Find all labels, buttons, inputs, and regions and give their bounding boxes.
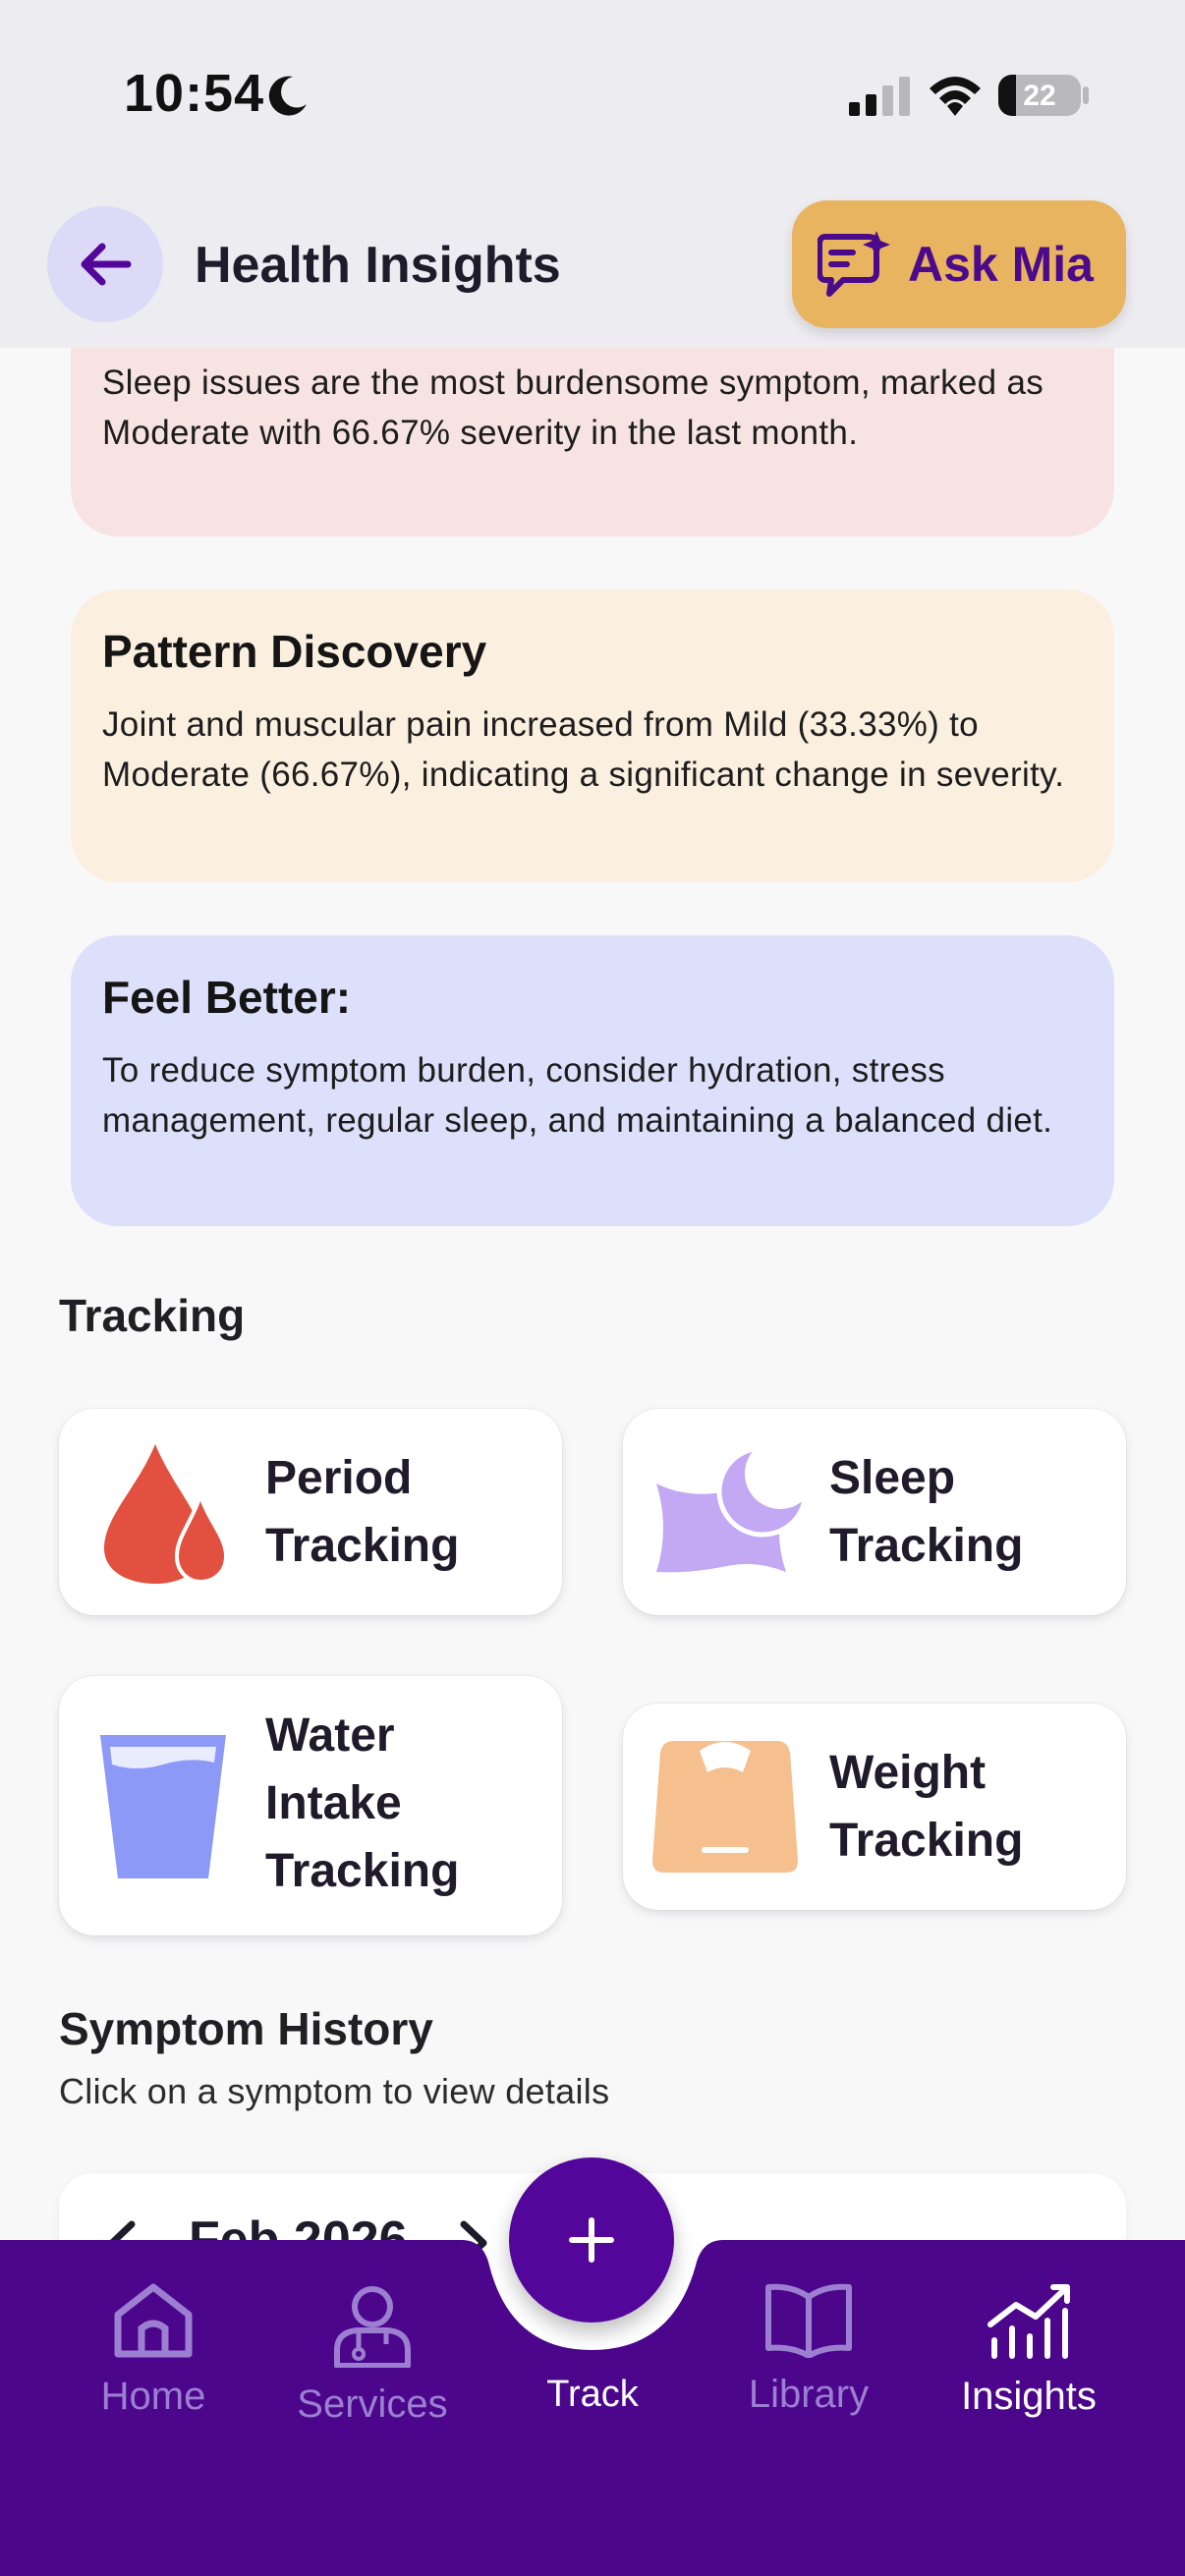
moon-icon <box>268 76 307 116</box>
weight-tracking-tile[interactable]: Weight Tracking <box>623 1704 1126 1910</box>
track-add-button[interactable] <box>509 2157 674 2323</box>
insight-text: Joint and muscular pain increased from M… <box>102 705 1065 794</box>
insight-card-feel-better: Feel Better: To reduce symptom burden, c… <box>71 935 1114 1226</box>
sleep-tracking-tile[interactable]: Sleep Tracking <box>623 1409 1126 1615</box>
status-time: 10:54 <box>124 64 265 123</box>
ask-mia-label: Ask Mia <box>908 237 1094 292</box>
home-icon <box>114 2283 193 2358</box>
nav-home[interactable]: Home <box>94 2281 212 2419</box>
nav-services[interactable]: Services <box>291 2281 454 2427</box>
cellular-signal-icon <box>849 77 910 116</box>
drop-icon <box>104 1444 229 1585</box>
nav-label: Track <box>546 2374 639 2415</box>
nav-label: Services <box>297 2382 448 2426</box>
tile-label: Weight Tracking <box>829 1747 1024 1867</box>
battery-indicator: 22 <box>998 75 1081 116</box>
back-button[interactable] <box>47 206 163 322</box>
water-glass-icon <box>100 1735 226 1878</box>
insight-title: Feel Better: <box>102 972 352 1023</box>
symptom-history-title: Symptom History <box>59 2003 433 2054</box>
chat-sparkle-icon <box>818 231 890 297</box>
nav-label: Insights <box>961 2375 1097 2418</box>
book-icon <box>765 2283 852 2359</box>
nav-label: Library <box>748 2373 870 2416</box>
nav-track[interactable]: Track <box>531 2364 654 2416</box>
tile-label: Period Tracking <box>265 1452 460 1572</box>
chart-icon <box>988 2284 1070 2359</box>
top-bar: 10:54 22 Health Insights Ask Mia <box>0 0 1185 348</box>
nav-insights[interactable]: Insights <box>949 2281 1108 2419</box>
arrow-left-icon <box>81 243 132 286</box>
tile-label: Sleep Tracking <box>829 1452 1024 1572</box>
pillow-moon-icon <box>656 1444 806 1573</box>
wifi-icon <box>930 77 981 116</box>
period-tracking-tile[interactable]: Period Tracking <box>59 1409 562 1615</box>
doctor-icon <box>334 2286 411 2369</box>
tile-label: Water Intake Tracking <box>265 1709 460 1897</box>
insight-card-pattern: Pattern Discovery Joint and muscular pai… <box>71 589 1114 882</box>
plus-icon <box>569 2217 614 2263</box>
battery-level: 22 <box>1023 80 1056 112</box>
nav-label: Home <box>100 2375 206 2418</box>
insight-title: Pattern Discovery <box>102 626 487 677</box>
symptom-history-subtitle: Click on a symptom to view details <box>59 2071 610 2111</box>
insight-text: To reduce symptom burden, consider hydra… <box>102 1051 1053 1140</box>
page-title: Health Insights <box>195 237 561 294</box>
insight-text: Sleep issues are the most burdensome sym… <box>102 364 1044 452</box>
ask-mia-button[interactable]: Ask Mia <box>792 200 1126 328</box>
nav-library[interactable]: Library <box>735 2281 882 2417</box>
scale-icon <box>652 1741 798 1873</box>
water-intake-tracking-tile[interactable]: Water Intake Tracking <box>59 1676 562 1935</box>
tracking-section-title: Tracking <box>59 1290 246 1341</box>
